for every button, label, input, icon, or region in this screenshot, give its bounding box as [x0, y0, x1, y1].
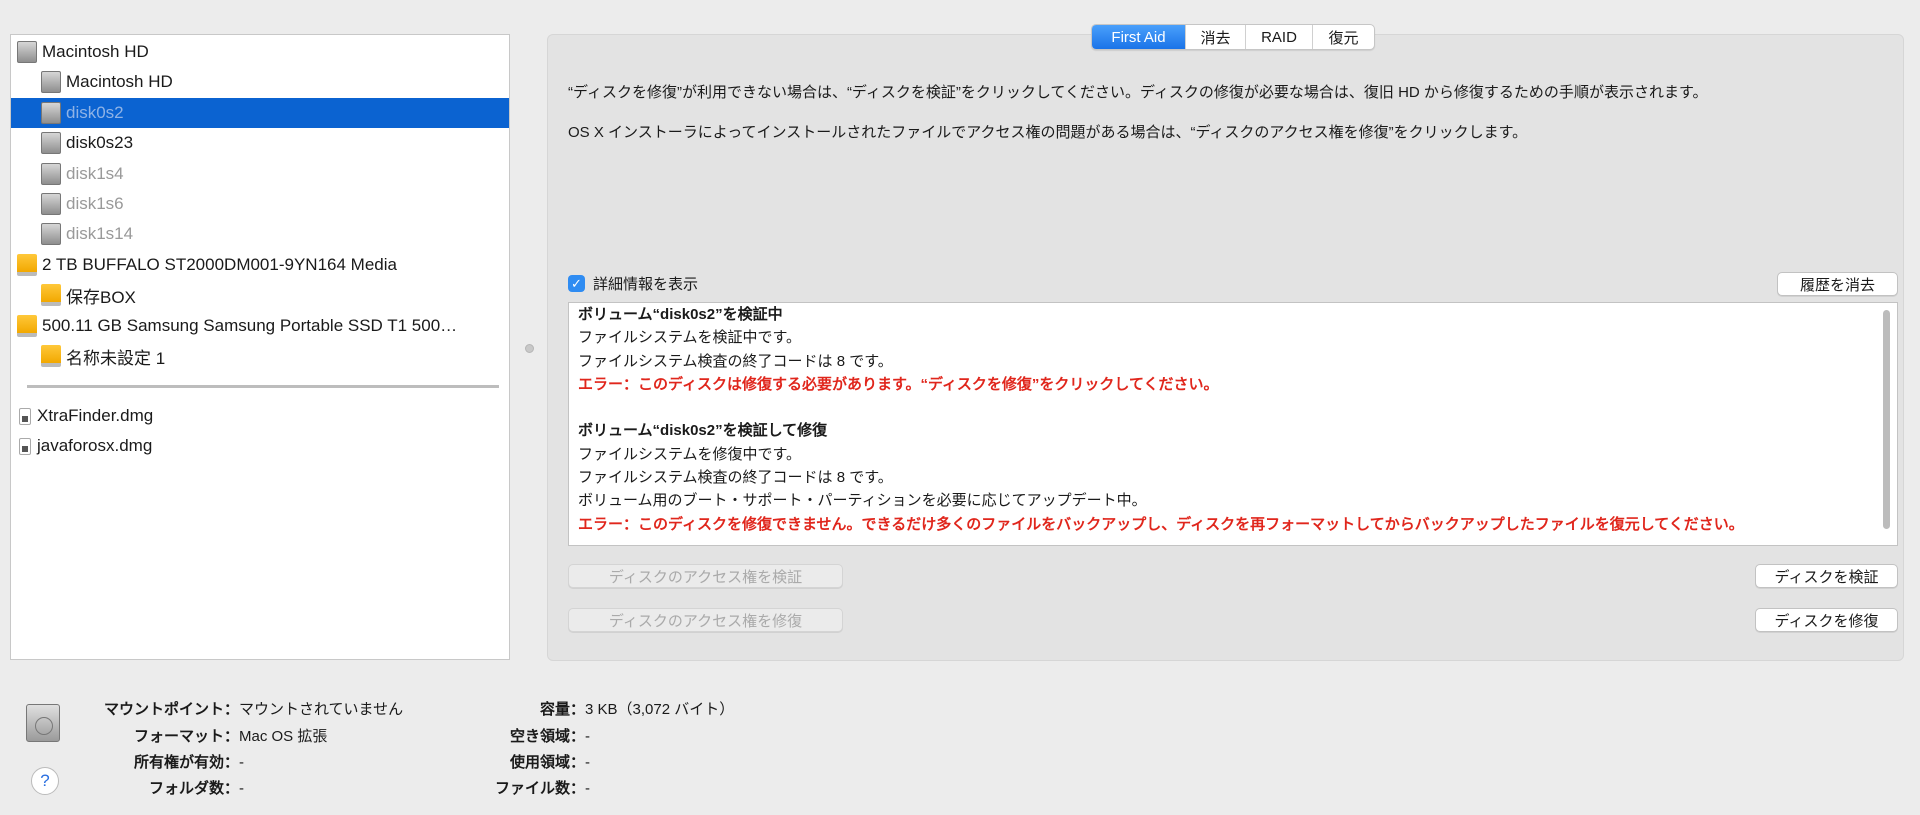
sidebar-item-label: disk1s6 [66, 194, 124, 213]
disk-image-label: XtraFinder.dmg [37, 406, 154, 425]
split-view-handle[interactable] [525, 344, 534, 353]
internal-disk-icon [41, 193, 61, 215]
info-row: ファイル数：- [430, 777, 590, 798]
info-row: 使用領域：- [430, 751, 590, 772]
log-line: ボリューム用のブート・サポート・パーティションを必要に応じてアップデート中。 [578, 492, 1147, 510]
internal-disk-icon [41, 223, 61, 246]
log-error-line: エラー：このディスクは修復する必要があります。“ディスクを修復”をクリックしてく… [578, 375, 1219, 393]
info-value: - [585, 780, 590, 797]
info-label: 空き領域： [509, 728, 585, 745]
internal-disk-icon [41, 162, 61, 185]
sidebar-item[interactable]: Macintosh HD [11, 37, 509, 67]
hard-disk-icon [26, 704, 60, 742]
sidebar-item[interactable]: disk0s2 [11, 97, 509, 128]
info-row: フォルダ数：- [80, 777, 244, 798]
info-label: 使用領域： [509, 754, 585, 771]
sidebar-item-label: disk1s4 [66, 163, 124, 183]
checkmark-icon: ✓ [568, 275, 585, 292]
repair-permissions-button[interactable]: ディスクのアクセス権を修復 [568, 608, 843, 632]
sidebar-item[interactable]: disk1s6 [11, 189, 509, 219]
info-label: フォーマット： [133, 728, 239, 745]
sidebar-item-label: disk0s2 [66, 102, 124, 122]
sidebar-item[interactable]: 名称未設定 1 [11, 341, 509, 371]
dmg-file-icon [19, 407, 31, 425]
sidebar-item[interactable]: disk1s4 [11, 159, 509, 189]
info-label: フォルダ数： [148, 780, 239, 797]
help-button[interactable]: ? [31, 767, 59, 795]
disk-image-item[interactable]: javaforosx.dmg [11, 431, 509, 461]
sidebar-item-label: Macintosh HD [42, 42, 149, 61]
log-view[interactable]: ボリューム“disk0s2”を検証中 ファイルシステムを検証中です。 ファイルシステ… [568, 302, 1898, 546]
sidebar-item-label: 500.11 GB Samsung Samsung Portable SSD T… [42, 315, 458, 335]
info-label: ファイル数： [494, 780, 585, 797]
internal-disk-icon [41, 101, 61, 124]
sidebar-item-label: disk1s14 [66, 224, 134, 244]
repair-disk-button[interactable]: ディスクを修復 [1755, 608, 1898, 632]
external-disk-icon [17, 253, 37, 276]
external-disk-icon [17, 314, 37, 337]
log-line: ボリューム“disk0s2”を検証して修復 [578, 422, 828, 440]
sidebar-item[interactable]: Macintosh HD [11, 67, 509, 97]
info-label: マウントポイント： [103, 701, 239, 718]
info-value: - [585, 728, 590, 745]
sidebar-item-label: 保存BOX [66, 287, 136, 307]
verify-permissions-button[interactable]: ディスクのアクセス権を検証 [568, 564, 843, 588]
disk-sidebar[interactable]: Macintosh HD Macintosh HD disk0s2 disk0s23 d… [10, 34, 510, 660]
internal-disk-icon [41, 132, 61, 155]
sidebar-item-label: disk0s23 [66, 133, 134, 153]
info-value: Mac OS 拡張 [239, 728, 328, 745]
sidebar-item[interactable]: 2 TB BUFFALO ST2000DM001-9YN164 Media [11, 250, 509, 280]
log-line: ファイルシステム検査の終了コードは 8 です。 [578, 469, 893, 487]
info-value: マウントされていません [239, 701, 404, 718]
sidebar-separator [27, 385, 499, 388]
info-row: 空き領域：- [430, 725, 590, 746]
tab-first-aid[interactable]: First Aid [1092, 25, 1186, 49]
disk-image-label: javaforosx.dmg [37, 436, 153, 455]
disk-image-item[interactable]: XtraFinder.dmg [11, 401, 509, 431]
clear-history-button[interactable]: 履歴を消去 [1777, 272, 1898, 296]
log-scrollbar[interactable] [1883, 310, 1890, 529]
info-row: フォーマット：Mac OS 拡張 [80, 725, 327, 746]
dmg-file-icon [19, 437, 31, 455]
tab-erase[interactable]: 消去 [1186, 25, 1246, 49]
log-error-line: エラー：このディスクを修復できません。できるだけ多くのファイルをバックアップし、… [578, 515, 1744, 533]
description-2: OS X インストーラによってインストールされたファイルでアクセス権の問題がある… [568, 124, 1528, 141]
show-details-label: 詳細情報を表示 [593, 276, 699, 293]
external-disk-icon [41, 284, 61, 307]
first-aid-panel: “ディスクを修復”が利用できない場合は、“ディスクを検証”をクリックしてください… [547, 34, 1904, 661]
description-1: “ディスクを修復”が利用できない場合は、“ディスクを検証”をクリックしてください… [568, 84, 1708, 101]
sidebar-item-label: 名称未設定 1 [66, 348, 166, 368]
sidebar-item[interactable]: disk1s14 [11, 219, 509, 249]
info-row: 所有権が有効：- [80, 751, 244, 772]
log-line: ボリューム“disk0s2”を検証中 [578, 306, 783, 323]
verify-disk-button[interactable]: ディスクを検証 [1755, 564, 1898, 588]
info-value: - [239, 780, 244, 797]
tab-bar: First Aid 消去 RAID 復元 [1091, 24, 1375, 50]
info-value: 3 KB（3,072 バイト） [585, 701, 735, 718]
internal-disk-icon [17, 41, 37, 63]
sidebar-item[interactable]: disk0s23 [11, 128, 509, 158]
info-row: マウントポイント：マウントされていません [80, 698, 403, 719]
external-disk-icon [41, 345, 61, 367]
info-value: - [239, 754, 244, 771]
info-label: 所有権が有効： [133, 754, 239, 771]
log-line: ファイルシステムを検証中です。 [578, 329, 802, 347]
tab-restore[interactable]: 復元 [1313, 25, 1374, 49]
show-details-checkbox[interactable]: ✓ 詳細情報を表示 [568, 273, 698, 294]
sidebar-item-label: 2 TB BUFFALO ST2000DM001-9YN164 Media [42, 254, 397, 274]
sidebar-item-label: Macintosh HD [66, 72, 173, 92]
internal-disk-icon [41, 71, 61, 94]
log-line: ファイルシステムを修復中です。 [578, 445, 802, 463]
info-value: - [585, 754, 590, 771]
sidebar-item[interactable]: 保存BOX [11, 280, 509, 310]
tab-raid[interactable]: RAID [1246, 25, 1313, 49]
info-label: 容量： [539, 701, 585, 718]
sidebar-item[interactable]: 500.11 GB Samsung Samsung Portable SSD T… [11, 311, 509, 341]
info-row: 容量：3 KB（3,072 バイト） [430, 698, 734, 719]
log-line: ファイルシステム検査の終了コードは 8 です。 [578, 352, 893, 370]
